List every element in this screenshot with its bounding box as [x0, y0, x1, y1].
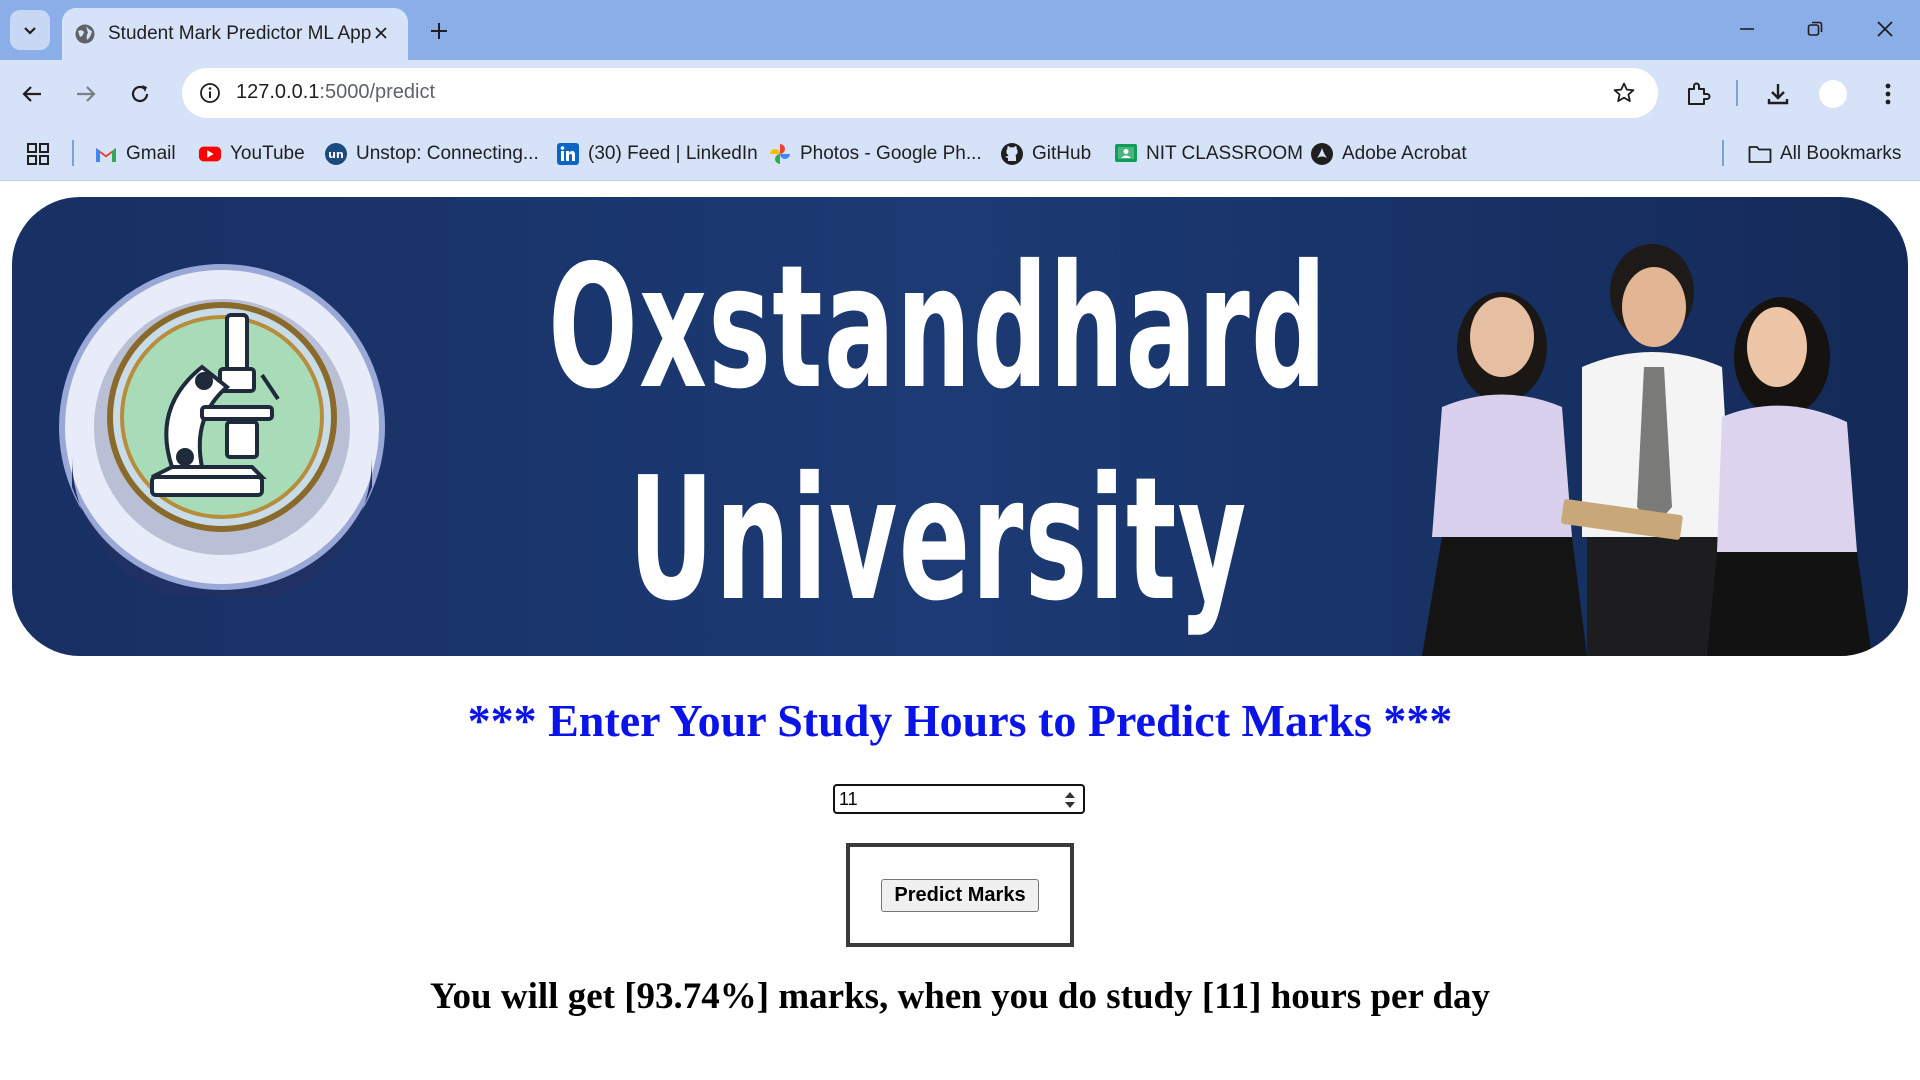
all-bookmarks-button[interactable]: All Bookmarks	[1748, 140, 1901, 168]
bookmark-unstop[interactable]: un Unstop: Connecting...	[324, 140, 539, 168]
apps-grid-icon[interactable]	[26, 140, 50, 168]
bookmark-label: YouTube	[230, 143, 305, 164]
minimize-icon[interactable]	[1730, 14, 1764, 44]
unstop-icon: un	[324, 142, 348, 166]
bookmark-label: NIT CLASSROOM	[1146, 143, 1303, 164]
globe-icon	[74, 23, 96, 45]
bookmark-nit-classroom[interactable]: NIT CLASSROOM	[1114, 140, 1303, 168]
address-bar[interactable]: 127.0.0.1:5000/predict	[182, 68, 1658, 118]
restore-icon[interactable]	[1798, 14, 1832, 44]
tab-title: Student Mark Predictor ML App	[108, 23, 372, 44]
prediction-result-text: You will get [93.74%] marks, when you do…	[429, 976, 1491, 1017]
url-path: :5000/predict	[319, 81, 436, 103]
students-photo	[1422, 244, 1872, 656]
bookmark-label: (30) Feed | LinkedIn	[588, 143, 758, 164]
university-banner: Oxstandhard University	[12, 197, 1908, 656]
university-logo-emblem	[59, 264, 385, 597]
page-heading: *** Enter Your Study Hours to Predict Ma…	[467, 695, 1453, 746]
bookmark-separator	[1722, 140, 1724, 166]
youtube-icon	[198, 142, 222, 166]
site-info-icon[interactable]	[194, 77, 226, 109]
forward-arrow-icon[interactable]	[68, 76, 104, 112]
back-arrow-icon[interactable]	[14, 76, 50, 112]
profile-avatar[interactable]	[1815, 76, 1851, 112]
linkedin-icon	[556, 142, 580, 166]
tab-strip: Student Mark Predictor ML App	[0, 0, 1920, 60]
number-spinner-icon[interactable]	[1063, 789, 1077, 811]
url-text: 127.0.0.1:5000/predict	[236, 81, 435, 104]
active-tab[interactable]: Student Mark Predictor ML App	[62, 8, 408, 60]
gmail-icon	[94, 142, 118, 166]
svg-text:un: un	[328, 148, 344, 161]
more-menu-icon[interactable]	[1870, 76, 1906, 112]
github-icon	[1000, 142, 1024, 166]
bookmark-label: Unstop: Connecting...	[356, 143, 539, 164]
tab-search-button[interactable]	[10, 10, 50, 50]
bookmark-adobe-acrobat[interactable]: Adobe Acrobat	[1310, 140, 1467, 168]
banner-title-line1: Oxstandhard	[548, 229, 1328, 427]
study-hours-value: 11	[839, 788, 858, 809]
google-photos-icon	[768, 142, 792, 166]
bookmark-label: GitHub	[1032, 143, 1092, 164]
bookmark-label: Photos - Google Ph...	[800, 143, 982, 164]
chevron-down-icon	[24, 27, 36, 35]
study-hours-input[interactable]: 11	[833, 784, 1085, 814]
browser-toolbar: 127.0.0.1:5000/predict	[0, 60, 1920, 128]
bookmark-star-icon[interactable]	[1608, 77, 1640, 109]
bookmark-github[interactable]: GitHub	[1000, 140, 1091, 168]
bookmark-label: Gmail	[126, 143, 176, 164]
bookmark-google-photos[interactable]: Photos - Google Ph...	[768, 140, 982, 168]
toolbar-separator	[1736, 80, 1738, 106]
banner-title-line2: University	[628, 441, 1248, 639]
bookmarks-bar: Gmail YouTube un Unstop: Connecting... (…	[0, 128, 1920, 181]
bookmark-gmail[interactable]: Gmail	[94, 140, 176, 168]
folder-icon	[1748, 142, 1772, 166]
tab-close-icon[interactable]	[370, 22, 392, 44]
bookmark-linkedin[interactable]: (30) Feed | LinkedIn	[556, 140, 758, 168]
bookmark-label: Adobe Acrobat	[1342, 143, 1467, 164]
extensions-icon[interactable]	[1680, 76, 1716, 112]
bookmark-separator	[72, 140, 74, 166]
reload-icon[interactable]	[122, 76, 158, 112]
url-host: 127.0.0.1	[236, 81, 320, 103]
all-bookmarks-label: All Bookmarks	[1780, 143, 1902, 164]
download-icon[interactable]	[1760, 76, 1796, 112]
new-tab-plus-icon[interactable]	[424, 16, 454, 46]
predict-marks-button[interactable]: Predict Marks	[881, 879, 1039, 912]
classroom-icon	[1114, 142, 1138, 166]
close-window-icon[interactable]	[1868, 14, 1902, 44]
acrobat-icon	[1310, 142, 1334, 166]
bookmark-youtube[interactable]: YouTube	[198, 140, 305, 168]
